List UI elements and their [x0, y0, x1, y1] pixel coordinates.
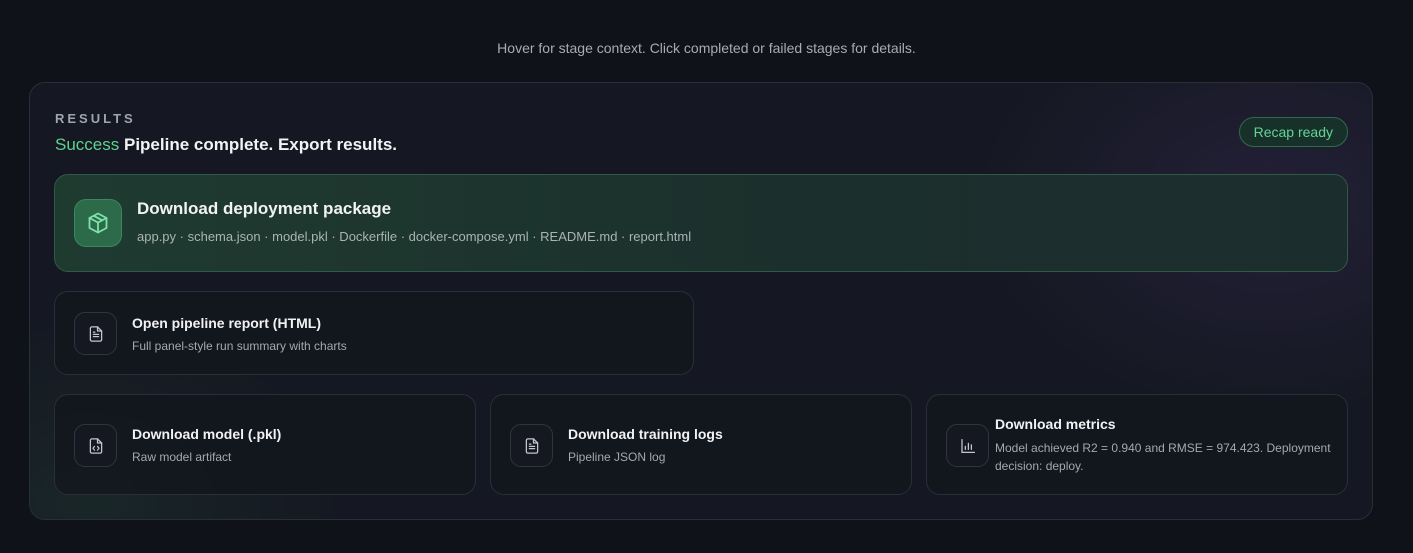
package-file-list: app.py · schema.json · model.pkl · Docke…: [137, 229, 692, 244]
package-icon: [74, 199, 122, 247]
status-label: Success: [55, 135, 120, 154]
download-metrics-button[interactable]: Download metrics Model achieved R2 = 0.9…: [926, 394, 1348, 495]
report-subtitle: Full panel-style run summary with charts: [132, 339, 347, 353]
results-headline: Success Pipeline complete. Export result…: [55, 135, 397, 155]
logs-subtitle: Pipeline JSON log: [568, 450, 666, 464]
download-model-button[interactable]: Download model (.pkl) Raw model artifact: [54, 394, 476, 495]
document-icon: [510, 424, 553, 467]
model-subtitle: Raw model artifact: [132, 450, 232, 464]
metrics-summary: Model achieved R2 = 0.940 and RMSE = 974…: [995, 441, 1331, 473]
bar-chart-icon: [946, 424, 989, 467]
download-deployment-package-button[interactable]: Download deployment package app.py · sch…: [54, 174, 1348, 272]
open-pipeline-report-button[interactable]: Open pipeline report (HTML) Full panel-s…: [54, 291, 694, 375]
results-panel: RESULTS Success Pipeline complete. Expor…: [29, 82, 1373, 520]
recap-ready-badge[interactable]: Recap ready: [1238, 117, 1348, 147]
report-title: Open pipeline report (HTML): [132, 315, 321, 331]
logs-title: Download training logs: [568, 426, 723, 442]
package-title: Download deployment package: [137, 199, 392, 218]
download-training-logs-button[interactable]: Download training logs Pipeline JSON log: [490, 394, 912, 495]
section-eyebrow: RESULTS: [55, 111, 136, 126]
document-icon: [74, 312, 117, 355]
status-message: Pipeline complete. Export results.: [123, 135, 398, 154]
code-file-icon: [74, 424, 117, 467]
stage-hint: Hover for stage context. Click completed…: [497, 40, 916, 56]
metrics-title: Download metrics: [995, 416, 1116, 432]
model-title: Download model (.pkl): [132, 426, 282, 442]
